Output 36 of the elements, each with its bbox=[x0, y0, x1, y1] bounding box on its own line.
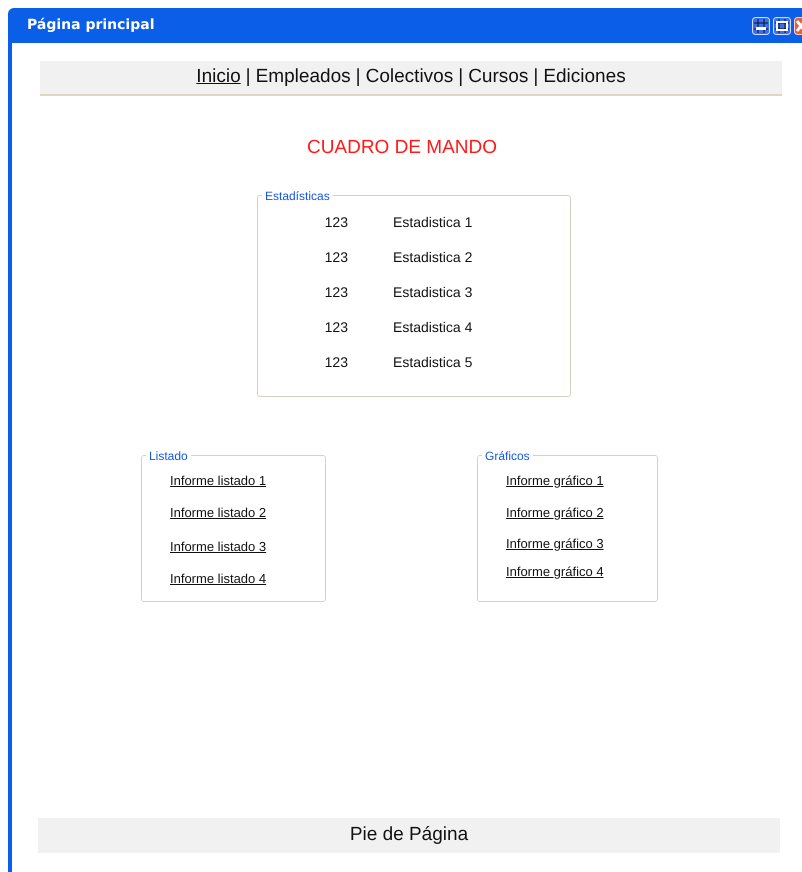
stat-value: 123 bbox=[324, 282, 348, 302]
stat-value: 123 bbox=[324, 318, 348, 336]
report-link[interactable]: Informe gráfico 3 bbox=[506, 534, 604, 553]
group-title: Estadísticas bbox=[264, 188, 331, 204]
window-title: Página principal bbox=[26, 16, 154, 35]
group-title: Listado bbox=[148, 448, 189, 464]
stat-label: Estadistica 5 bbox=[393, 352, 472, 372]
nav-separator: | bbox=[244, 65, 252, 90]
report-link[interactable]: Informe listado 1 bbox=[170, 470, 266, 490]
nav-separator: | bbox=[532, 65, 540, 90]
footer-text: Pie de Página bbox=[350, 823, 468, 848]
stat-value: 123 bbox=[324, 248, 348, 266]
group-title: Gráficos bbox=[484, 448, 531, 464]
report-link[interactable]: Informe gráfico 1 bbox=[506, 470, 604, 490]
report-link[interactable]: Informe gráfico 4 bbox=[506, 562, 604, 582]
stat-label: Estadistica 4 bbox=[393, 318, 472, 336]
nav-separator: | bbox=[457, 65, 464, 90]
stat-label: Estadistica 2 bbox=[393, 248, 472, 266]
maximize-icon[interactable] bbox=[773, 16, 791, 34]
minimize-icon[interactable] bbox=[752, 16, 770, 34]
stat-value: 123 bbox=[324, 352, 348, 372]
report-link[interactable]: Informe listado 4 bbox=[170, 569, 266, 588]
stat-label: Estadistica 3 bbox=[393, 282, 472, 302]
nav-link[interactable]: Empleados bbox=[256, 63, 351, 92]
nav-link[interactable]: Ediciones bbox=[543, 63, 626, 92]
nav-link[interactable]: Inicio bbox=[196, 63, 241, 92]
nav-separator: | bbox=[354, 65, 362, 90]
stat-label: Estadistica 1 bbox=[393, 212, 472, 232]
stat-value: 123 bbox=[324, 212, 348, 232]
nav-link[interactable]: Colectivos bbox=[366, 63, 454, 92]
page-heading: CUADRO DE MANDO bbox=[306, 136, 497, 160]
report-link[interactable]: Informe listado 3 bbox=[170, 536, 266, 556]
report-link[interactable]: Informe gráfico 2 bbox=[506, 503, 604, 522]
report-link[interactable]: Informe listado 2 bbox=[170, 503, 266, 522]
nav-link[interactable]: Cursos bbox=[468, 63, 528, 92]
close-icon[interactable] bbox=[794, 16, 802, 34]
